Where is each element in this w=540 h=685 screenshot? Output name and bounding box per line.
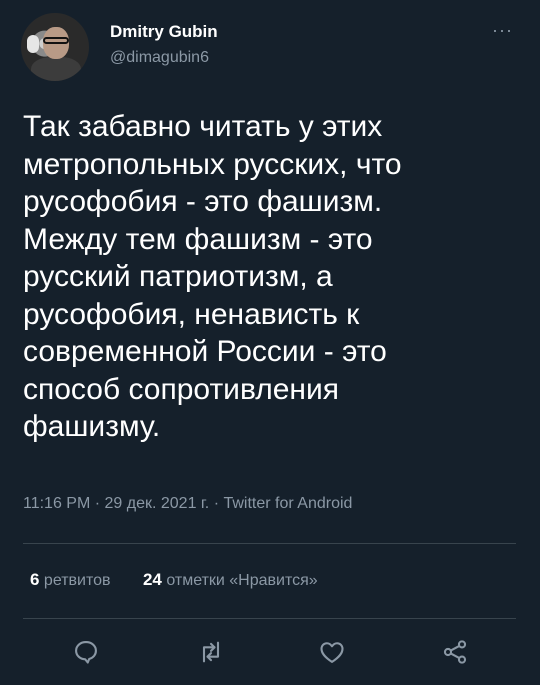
divider-bottom bbox=[23, 618, 516, 619]
avatar-body bbox=[31, 57, 81, 81]
likes-stat[interactable]: 24 отметки «Нравится» bbox=[142, 570, 318, 589]
avatar-glasses bbox=[43, 37, 69, 44]
retweet-icon[interactable] bbox=[197, 638, 229, 670]
reply-icon[interactable] bbox=[72, 638, 104, 670]
tweet-stats: 6 ретвитов 24 отметки «Нравится» bbox=[30, 570, 346, 590]
ellipsis-icon[interactable]: ··· bbox=[492, 20, 513, 41]
microphone-graphic bbox=[27, 35, 39, 53]
like-icon[interactable] bbox=[318, 638, 350, 670]
likes-label: отметки «Нравится» bbox=[166, 572, 318, 589]
divider-top bbox=[23, 543, 516, 544]
retweets-count: 6 bbox=[30, 570, 40, 589]
share-icon[interactable] bbox=[441, 638, 473, 670]
avatar[interactable] bbox=[21, 13, 89, 81]
tweet-meta[interactable]: 11:16 PM · 29 дек. 2021 г. · Twitter for… bbox=[23, 495, 352, 513]
author-handle[interactable]: @dimagubin6 bbox=[110, 49, 209, 67]
retweets-stat[interactable]: 6 ретвитов bbox=[30, 570, 115, 589]
likes-count: 24 bbox=[142, 570, 162, 589]
author-display-name[interactable]: Dmitry Gubin bbox=[110, 22, 218, 42]
action-bar bbox=[0, 638, 540, 670]
tweet-text: Так забавно читать у этих метропольных р… bbox=[23, 110, 402, 443]
retweets-label: ретвитов bbox=[43, 572, 111, 589]
